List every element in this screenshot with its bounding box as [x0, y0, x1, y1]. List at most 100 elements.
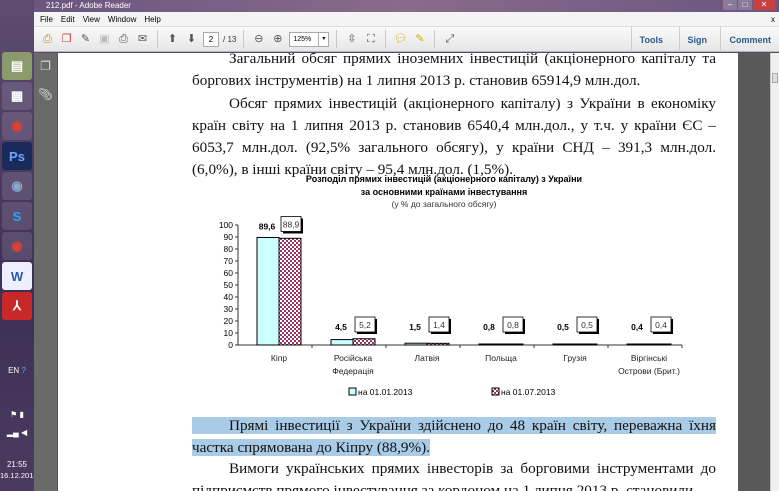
clock-time[interactable]: 21:55	[0, 460, 34, 469]
clock-date[interactable]: 16.12.2013	[0, 471, 38, 480]
zoom-select[interactable]: 125% ▾	[289, 31, 330, 47]
tools-button[interactable]: Tools	[630, 27, 671, 52]
menu-view[interactable]: View	[83, 12, 100, 26]
data-label-series-1: 0,8	[483, 322, 495, 332]
chart-subtitle: (у % до загального обсягу)	[391, 199, 496, 209]
chrome-icon-2[interactable]: ◉	[2, 232, 32, 260]
vertical-scrollbar[interactable]	[770, 53, 779, 491]
page-number-input[interactable]: 2	[203, 31, 219, 47]
next-page-icon[interactable]: ⬇	[184, 32, 199, 47]
divider	[243, 30, 245, 48]
help-icon[interactable]: ?	[21, 366, 25, 375]
divider	[336, 30, 338, 48]
create-pdf-icon[interactable]: ⎙	[40, 32, 55, 47]
bar-series-1	[256, 236, 280, 346]
toolbar: ⎙ ❐ ✎ ▣ ⎙ ✉ ⬆ ⬇ 2 / 13 ⊖ ⊕ 125% ▾ ⇳ ⛶ 💬︎ …	[34, 27, 779, 52]
zoom-value: 125%	[293, 35, 312, 43]
y-tick-label: 100	[219, 220, 233, 230]
data-label-series-2: 5,2	[359, 320, 371, 330]
paragraph-3: Прямі інвестиції з України здійснено до …	[192, 415, 716, 459]
x-tick-label: Кіпр	[271, 353, 287, 363]
minimize-button[interactable]: –	[723, 0, 737, 10]
skype-icon[interactable]: S	[2, 202, 32, 230]
flag-icon[interactable]: ⚑	[10, 410, 17, 419]
scrollbar-thumb[interactable]	[772, 73, 778, 83]
apps-grid-icon[interactable]: ▦	[2, 82, 32, 110]
print-icon[interactable]: ⎙	[116, 32, 131, 47]
data-label-series-1: 4,5	[335, 322, 347, 332]
chrome-icon[interactable]: ◉	[2, 112, 32, 140]
bar-series-2	[278, 237, 302, 346]
bar-series-1	[626, 343, 650, 346]
language-indicator[interactable]: EN ?	[0, 366, 34, 375]
previous-page-icon[interactable]: ⬆	[165, 32, 180, 47]
x-tick-label: Віргінські	[631, 353, 667, 363]
menu-help[interactable]: Help	[144, 12, 160, 26]
comment-button[interactable]: Comment	[720, 27, 779, 52]
sticky-notes-icon[interactable]: ▤	[2, 52, 32, 80]
menu-window[interactable]: Window	[108, 12, 136, 26]
page-thumbnails-icon[interactable]: ❐	[34, 59, 57, 81]
attachments-icon[interactable]: 📎︎	[34, 87, 57, 109]
bar-series-2	[500, 343, 524, 346]
chevron-down-icon[interactable]: ▾	[318, 32, 328, 46]
y-tick-label: 40	[224, 292, 234, 302]
data-label-series-2: 0,4	[655, 320, 667, 330]
chart-title-line-2: за основними країнами інвестування	[361, 187, 527, 197]
battery-icon[interactable]: ▮	[20, 410, 24, 419]
zoom-out-icon[interactable]: ⊖	[251, 32, 266, 47]
fullscreen-icon[interactable]: ⤢	[442, 32, 457, 47]
highlight-icon[interactable]: ✎	[412, 32, 427, 47]
tray-icons-2[interactable]: ▂▄ ◀	[0, 428, 34, 437]
paragraph-4: Вимоги українських прямих інвесторів за …	[192, 458, 716, 491]
data-label-series-1: 89,6	[259, 221, 276, 231]
legend-label-series-2: на 01.07.2013	[501, 387, 556, 397]
menu-file[interactable]: File	[40, 12, 53, 26]
fit-page-icon[interactable]: ⇳	[344, 32, 359, 47]
paragraph-2-text: Обсяг прямих інвестицій (акціонерного ка…	[192, 95, 716, 178]
chromium-icon[interactable]: ◉	[2, 172, 32, 200]
volume-icon[interactable]: ◀	[21, 428, 27, 437]
word-icon[interactable]: W	[2, 262, 32, 290]
close-document-icon[interactable]: x	[771, 12, 775, 27]
close-button[interactable]: ✕	[753, 0, 775, 10]
x-tick-label: Латвія	[414, 353, 439, 363]
chart-title: Розподіл прямих інвестицій (акціонерного…	[306, 174, 582, 184]
combine-files-icon[interactable]: ❐	[59, 32, 74, 47]
x-tick-label: Російська	[334, 353, 372, 363]
tray-icons[interactable]: ⚑ ▮	[0, 410, 34, 419]
x-tick-label: Грузія	[563, 353, 587, 363]
signal-icon[interactable]: ▂▄	[7, 428, 19, 437]
y-tick-label: 10	[224, 328, 234, 338]
y-tick-label: 60	[224, 268, 234, 278]
legend-swatch-series-1	[348, 387, 357, 396]
data-label-series-1: 0,4	[631, 322, 643, 332]
zoom-in-icon[interactable]: ⊕	[270, 32, 285, 47]
taskbar: ▤ ▦ ◉ Ps ◉ S ◉ W ⅄ EN ? ⚑ ▮ ▂▄ ◀ 21:55 1…	[0, 0, 38, 491]
sign-button[interactable]: Sign	[678, 27, 716, 52]
bar-series-2	[648, 343, 672, 346]
document-page: Загальний обсяг прямих іноземних інвести…	[58, 53, 770, 491]
bar-chart: Розподіл прямих інвестицій (акціонерного…	[204, 170, 684, 410]
document-background	[738, 53, 770, 491]
paragraph-1-text: Загальний обсяг прямих іноземних інвести…	[192, 53, 716, 89]
window-title: 212.pdf - Adobe Reader	[46, 1, 131, 10]
bar-series-1	[552, 343, 576, 346]
adobe-reader-icon[interactable]: ⅄	[2, 292, 32, 320]
data-label-series-1: 0,5	[557, 322, 569, 332]
photoshop-icon[interactable]: Ps	[2, 142, 32, 170]
page-total: / 13	[223, 34, 237, 44]
edit-document-icon[interactable]: ✎	[78, 32, 93, 47]
menu-edit[interactable]: Edit	[61, 12, 75, 26]
maximize-button[interactable]: □	[738, 0, 752, 10]
navigation-panel: ❐ 📎︎	[34, 53, 58, 491]
divider	[434, 30, 436, 48]
fit-width-icon[interactable]: ⛶	[363, 32, 378, 47]
save-icon[interactable]: ▣	[97, 32, 112, 47]
x-tick-label: Федерація	[332, 366, 374, 376]
bar-series-2	[352, 338, 376, 346]
adobe-reader-window: 212.pdf - Adobe Reader – □ ✕ File Edit Vie…	[34, 0, 779, 491]
sticky-note-icon[interactable]: 💬︎	[393, 32, 408, 47]
email-icon[interactable]: ✉	[135, 32, 150, 47]
paragraph-1: Загальний обсяг прямих іноземних інвести…	[192, 53, 716, 92]
